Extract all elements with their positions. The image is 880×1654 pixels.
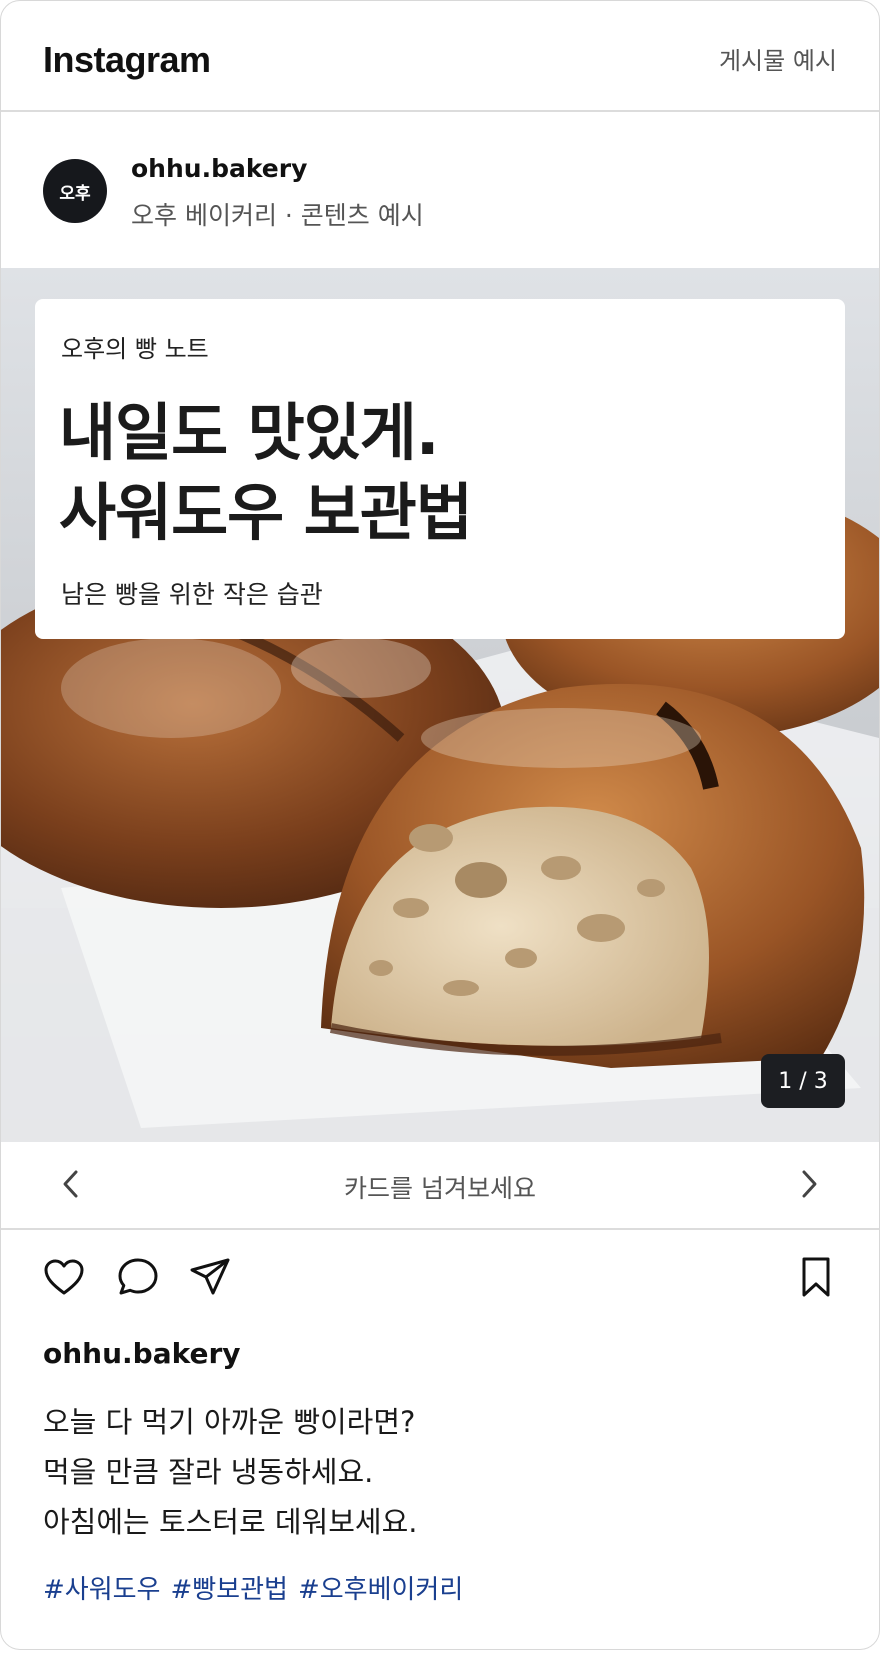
post-username[interactable]: ohhu.bakery [131, 154, 307, 183]
slide-counter: 1 / 3 [761, 1054, 845, 1108]
headline-line-1: 내일도 맛있게. [59, 396, 439, 469]
caption-username[interactable]: ohhu.bakery [43, 1337, 241, 1370]
send-icon[interactable] [187, 1254, 233, 1300]
hashtag-link[interactable]: #빵보관법 [170, 1575, 287, 1605]
hashtag-link[interactable]: #사워도우 [43, 1575, 160, 1605]
hashtag-link[interactable]: #오후베이커리 [298, 1575, 463, 1605]
top-bar: Instagram 게시물 예시 [1, 1, 879, 112]
headline-line-2: 사워도우 보관법 [59, 476, 473, 549]
app-logo[interactable]: Instagram [43, 39, 211, 81]
post-header: 오후 ohhu.bakery 오후 베이커리 · 콘텐츠 예시 [1, 112, 879, 268]
bookmark-icon[interactable] [793, 1254, 839, 1300]
post-frame: Instagram 게시물 예시 오후 ohhu.bakery 오후 베이커리 … [0, 0, 880, 1650]
action-bar [1, 1230, 879, 1334]
carousel-nav: 카드를 넘겨보세요 [1, 1142, 879, 1230]
post-subtitle: 오후 베이커리 · 콘텐츠 예시 [131, 201, 424, 230]
chevron-right-icon[interactable] [789, 1164, 829, 1204]
avatar[interactable]: 오후 [43, 159, 107, 223]
hashtag-list: #사워도우 #빵보관법 #오후베이커리 [43, 1569, 473, 1606]
post-example-label: 게시물 예시 [718, 47, 837, 75]
card-headline: 내일도 맛있게. 사워도우 보관법 [59, 393, 473, 553]
caption-line: 아침에는 토스터로 데워보세요. [43, 1505, 418, 1539]
avatar-text: 오후 [59, 183, 91, 204]
swipe-hint: 카드를 넘겨보세요 [344, 1174, 536, 1203]
title-card: 오후의 빵 노트 내일도 맛있게. 사워도우 보관법 남은 빵을 위한 작은 습… [35, 299, 845, 639]
heart-icon[interactable] [41, 1254, 87, 1300]
caption-line: 오늘 다 먹기 아까운 빵이라면? [43, 1405, 416, 1439]
caption-text: 오늘 다 먹기 아까운 빵이라면? 먹을 만큼 잘라 냉동하세요. 아침에는 토… [43, 1397, 418, 1547]
caption-line: 먹을 만큼 잘라 냉동하세요. [43, 1455, 374, 1489]
comment-icon[interactable] [115, 1254, 161, 1300]
card-subtitle: 남은 빵을 위한 작은 습관 [61, 580, 323, 609]
card-kicker: 오후의 빵 노트 [61, 335, 209, 363]
post-image[interactable]: 오후의 빵 노트 내일도 맛있게. 사워도우 보관법 남은 빵을 위한 작은 습… [1, 268, 879, 1142]
